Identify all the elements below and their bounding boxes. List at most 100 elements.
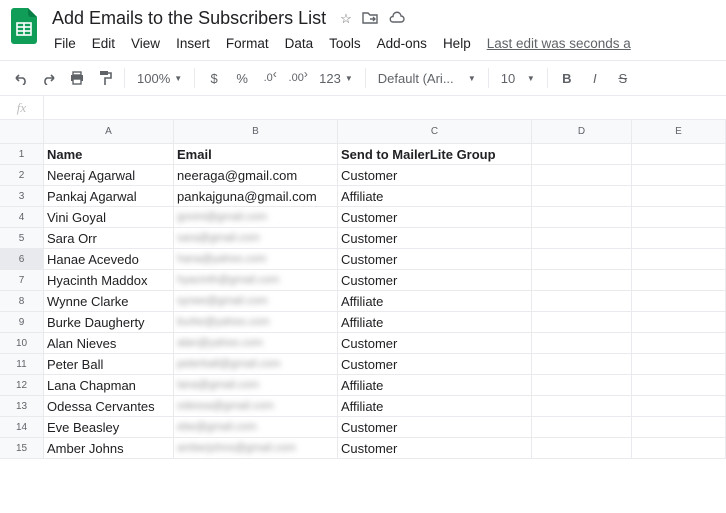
row-header[interactable]: 14 bbox=[0, 417, 44, 438]
move-icon[interactable] bbox=[362, 10, 378, 27]
cell[interactable]: Customer bbox=[338, 417, 532, 438]
paint-format-button[interactable] bbox=[92, 65, 118, 91]
cell[interactable] bbox=[532, 291, 632, 312]
cell[interactable] bbox=[532, 354, 632, 375]
cell[interactable]: Customer bbox=[338, 165, 532, 186]
cell[interactable]: Hyacinth Maddox bbox=[44, 270, 174, 291]
col-header-E[interactable]: E bbox=[632, 120, 726, 144]
cell[interactable]: hyacinth@gmail.com bbox=[174, 270, 338, 291]
currency-button[interactable]: $ bbox=[201, 65, 227, 91]
menu-view[interactable]: View bbox=[125, 33, 166, 54]
row-header[interactable]: 7 bbox=[0, 270, 44, 291]
cell[interactable]: Affiliate bbox=[338, 312, 532, 333]
cell[interactable]: Odessa Cervantes bbox=[44, 396, 174, 417]
row-header[interactable]: 13 bbox=[0, 396, 44, 417]
cell[interactable] bbox=[632, 144, 726, 165]
menu-help[interactable]: Help bbox=[437, 33, 477, 54]
bold-button[interactable]: B bbox=[554, 65, 580, 91]
cell[interactable]: Customer bbox=[338, 354, 532, 375]
cell[interactable]: burke@yahoo.com bbox=[174, 312, 338, 333]
cell[interactable] bbox=[632, 354, 726, 375]
star-icon[interactable]: ☆ bbox=[340, 11, 352, 27]
cell[interactable]: Send to MailerLite Group bbox=[338, 144, 532, 165]
cell[interactable]: Customer bbox=[338, 207, 532, 228]
cell[interactable]: peterball@gmail.com bbox=[174, 354, 338, 375]
row-header[interactable]: 5 bbox=[0, 228, 44, 249]
increase-decimal-button[interactable]: .00› bbox=[285, 65, 311, 91]
cell[interactable]: Customer bbox=[338, 228, 532, 249]
menu-file[interactable]: File bbox=[48, 33, 82, 54]
undo-button[interactable] bbox=[8, 65, 34, 91]
row-header[interactable]: 8 bbox=[0, 291, 44, 312]
cell[interactable] bbox=[632, 291, 726, 312]
cell[interactable] bbox=[532, 144, 632, 165]
cell[interactable]: Burke Daugherty bbox=[44, 312, 174, 333]
cell[interactable]: synee@gmail.com bbox=[174, 291, 338, 312]
row-header[interactable]: 2 bbox=[0, 165, 44, 186]
redo-button[interactable] bbox=[36, 65, 62, 91]
cell[interactable]: Hanae Acevedo bbox=[44, 249, 174, 270]
select-all-corner[interactable] bbox=[0, 120, 44, 144]
cell[interactable] bbox=[632, 228, 726, 249]
cell[interactable]: Affiliate bbox=[338, 375, 532, 396]
cell[interactable]: sara@gmail.com bbox=[174, 228, 338, 249]
cell[interactable]: Amber Johns bbox=[44, 438, 174, 459]
cell[interactable]: amberjohns@gmail.com bbox=[174, 438, 338, 459]
zoom-combo[interactable]: 100%▼ bbox=[131, 65, 188, 91]
formula-input[interactable] bbox=[44, 96, 726, 119]
sheets-logo[interactable] bbox=[8, 6, 40, 46]
cell[interactable]: Email bbox=[174, 144, 338, 165]
doc-title[interactable]: Add Emails to the Subscribers List bbox=[48, 6, 330, 31]
cell[interactable]: Pankaj Agarwal bbox=[44, 186, 174, 207]
cell[interactable] bbox=[532, 396, 632, 417]
print-button[interactable] bbox=[64, 65, 90, 91]
cell[interactable] bbox=[632, 396, 726, 417]
cell[interactable] bbox=[532, 249, 632, 270]
cell[interactable]: odessa@gmail.com bbox=[174, 396, 338, 417]
cloud-icon[interactable] bbox=[388, 11, 406, 26]
cell[interactable] bbox=[632, 165, 726, 186]
cell[interactable] bbox=[632, 186, 726, 207]
strikethrough-button[interactable]: S bbox=[610, 65, 636, 91]
cell[interactable]: govini@gmail.com bbox=[174, 207, 338, 228]
row-header[interactable]: 12 bbox=[0, 375, 44, 396]
cell[interactable]: neeraga@gmail.com bbox=[174, 165, 338, 186]
cell[interactable]: ebe@gmail.com bbox=[174, 417, 338, 438]
row-header[interactable]: 3 bbox=[0, 186, 44, 207]
cell[interactable] bbox=[632, 333, 726, 354]
cell[interactable] bbox=[632, 438, 726, 459]
cell[interactable]: Neeraj Agarwal bbox=[44, 165, 174, 186]
cell[interactable]: Alan Nieves bbox=[44, 333, 174, 354]
cell[interactable]: alan@yahoo.com bbox=[174, 333, 338, 354]
row-header[interactable]: 10 bbox=[0, 333, 44, 354]
col-header-A[interactable]: A bbox=[44, 120, 174, 144]
number-format-combo[interactable]: 123▼ bbox=[313, 65, 359, 91]
cell[interactable]: Wynne Clarke bbox=[44, 291, 174, 312]
cell[interactable] bbox=[632, 417, 726, 438]
last-edit-link[interactable]: Last edit was seconds a bbox=[481, 33, 637, 54]
font-combo[interactable]: Default (Ari...▼ bbox=[372, 65, 482, 91]
cell[interactable] bbox=[532, 270, 632, 291]
row-header[interactable]: 1 bbox=[0, 144, 44, 165]
col-header-C[interactable]: C bbox=[338, 120, 532, 144]
row-header[interactable]: 11 bbox=[0, 354, 44, 375]
cell[interactable] bbox=[632, 207, 726, 228]
cell[interactable]: Affiliate bbox=[338, 186, 532, 207]
cell[interactable] bbox=[532, 228, 632, 249]
cell[interactable] bbox=[632, 249, 726, 270]
col-header-B[interactable]: B bbox=[174, 120, 338, 144]
cell[interactable]: lana@gmail.com bbox=[174, 375, 338, 396]
cell[interactable]: pankajguna@gmail.com bbox=[174, 186, 338, 207]
cell[interactable]: Lana Chapman bbox=[44, 375, 174, 396]
cell[interactable]: Name bbox=[44, 144, 174, 165]
menu-data[interactable]: Data bbox=[279, 33, 320, 54]
cell[interactable] bbox=[532, 333, 632, 354]
decrease-decimal-button[interactable]: .0‹ bbox=[257, 65, 283, 91]
row-header[interactable]: 9 bbox=[0, 312, 44, 333]
cell[interactable]: Customer bbox=[338, 438, 532, 459]
cell[interactable] bbox=[632, 270, 726, 291]
font-size-combo[interactable]: 10▼ bbox=[495, 65, 541, 91]
menu-format[interactable]: Format bbox=[220, 33, 275, 54]
cell[interactable]: Peter Ball bbox=[44, 354, 174, 375]
row-header[interactable]: 15 bbox=[0, 438, 44, 459]
